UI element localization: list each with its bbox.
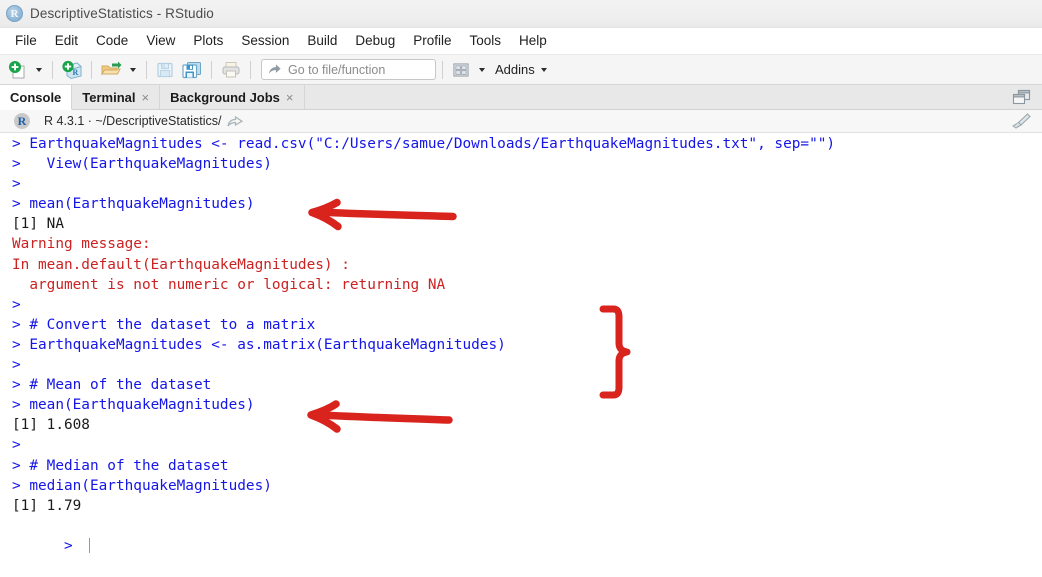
- console-line: >: [12, 437, 30, 454]
- toolbar-separator-1: [52, 60, 53, 79]
- goto-arrow-icon: [268, 64, 281, 74]
- console-line: > median(EarthquakeMagnitudes): [12, 477, 272, 494]
- r-logo-icon: R: [14, 113, 30, 129]
- open-in-new-window-icon[interactable]: [226, 114, 244, 129]
- tab-background-jobs[interactable]: Background Jobs ×: [160, 85, 305, 109]
- open-folder-icon: [101, 61, 122, 76]
- new-project-button[interactable]: R: [59, 58, 85, 82]
- rstudio-logo-icon: R: [6, 5, 23, 22]
- toolbar-separator-2: [91, 60, 92, 79]
- print-icon: [222, 61, 240, 77]
- console-line: >: [12, 296, 30, 313]
- tab-background-jobs-close-icon[interactable]: ×: [286, 91, 294, 104]
- tab-terminal-close-icon[interactable]: ×: [142, 91, 150, 104]
- console-header-actions: [1010, 112, 1042, 130]
- console-line: >: [12, 176, 30, 193]
- menu-item-view[interactable]: View: [137, 30, 184, 51]
- menu-item-session[interactable]: Session: [232, 30, 298, 51]
- workspace-panes-button[interactable]: [449, 58, 473, 82]
- save-button[interactable]: [153, 58, 177, 82]
- console-line: > # Median of the dataset: [12, 457, 229, 474]
- console-line: [1] 1.608: [12, 417, 90, 434]
- console-line: > # Convert the dataset to a matrix: [12, 316, 316, 333]
- new-file-dropdown-caret[interactable]: [36, 67, 42, 72]
- maximize-pane-icon[interactable]: [1012, 89, 1032, 106]
- new-file-icon: [9, 60, 25, 78]
- console-line: [1] 1.79: [12, 497, 82, 514]
- window-title: DescriptiveStatistics - RStudio: [30, 6, 214, 21]
- menu-item-help[interactable]: Help: [510, 30, 556, 51]
- console-header: R R 4.3.1 · ~/DescriptiveStatistics/: [0, 110, 1042, 133]
- toolbar-separator-6: [442, 60, 443, 79]
- console-version-path: R 4.3.1 · ~/DescriptiveStatistics/: [44, 114, 222, 128]
- console-line: > mean(EarthquakeMagnitudes): [12, 196, 255, 213]
- save-all-button[interactable]: [179, 58, 205, 82]
- console-line: >: [12, 357, 30, 374]
- open-file-button[interactable]: [98, 58, 124, 82]
- save-all-icon: [182, 61, 201, 78]
- svg-text:R: R: [73, 68, 79, 77]
- console-line: > EarthquakeMagnitudes <- read.csv("C:/U…: [12, 136, 836, 152]
- console-text-cursor: [89, 537, 91, 553]
- console-tab-bar: Console Terminal × Background Jobs ×: [0, 85, 1042, 110]
- toolbar-separator-4: [211, 60, 212, 79]
- new-project-icon: R: [62, 60, 83, 79]
- tab-terminal[interactable]: Terminal ×: [72, 85, 161, 109]
- menu-item-build[interactable]: Build: [298, 30, 346, 51]
- workspace-panes-icon: [453, 62, 469, 77]
- console-line: > EarthquakeMagnitudes <- as.matrix(Eart…: [12, 336, 506, 353]
- toolbar-separator-5: [250, 60, 251, 79]
- goto-file-placeholder: Go to file/function: [288, 62, 386, 77]
- tab-terminal-label: Terminal: [82, 89, 136, 105]
- console-prompt: >: [63, 537, 82, 554]
- menu-item-tools[interactable]: Tools: [460, 30, 510, 51]
- broom-clear-console-icon[interactable]: [1010, 112, 1032, 130]
- save-icon: [157, 62, 173, 77]
- menu-item-edit[interactable]: Edit: [46, 30, 87, 51]
- console-line: > View(EarthquakeMagnitudes): [12, 156, 272, 173]
- panes-dropdown-caret[interactable]: [479, 67, 485, 72]
- menu-bar: File Edit Code View Plots Session Build …: [0, 28, 1042, 54]
- addins-button-label[interactable]: Addins: [495, 62, 535, 77]
- console-line: Warning message:: [12, 236, 151, 253]
- menu-item-plots[interactable]: Plots: [184, 30, 232, 51]
- tab-console[interactable]: Console: [0, 85, 73, 110]
- tab-background-jobs-label: Background Jobs: [170, 89, 280, 105]
- title-bar: R DescriptiveStatistics - RStudio: [0, 0, 1042, 28]
- console-line: argument is not numeric or logical: retu…: [12, 276, 446, 293]
- console-output-pane[interactable]: > EarthquakeMagnitudes <- read.csv("C:/U…: [0, 133, 1042, 577]
- toolbar-separator-3: [146, 60, 147, 79]
- console-line: [1] NA: [12, 216, 64, 233]
- print-button[interactable]: [218, 58, 244, 82]
- console-line: > mean(EarthquakeMagnitudes): [12, 397, 255, 414]
- rstudio-window: R DescriptiveStatistics - RStudio File E…: [0, 0, 1042, 577]
- open-file-dropdown-caret[interactable]: [130, 67, 136, 72]
- console-prompt-line[interactable]: >: [12, 516, 1042, 554]
- console-line: In mean.default(EarthquakeMagnitudes) :: [12, 256, 350, 273]
- menu-item-debug[interactable]: Debug: [346, 30, 404, 51]
- console-line: > # Mean of the dataset: [12, 377, 212, 394]
- menu-item-file[interactable]: File: [6, 30, 46, 51]
- main-toolbar: R Go to file/function Addins: [0, 54, 1042, 85]
- menu-item-profile[interactable]: Profile: [404, 30, 460, 51]
- addins-dropdown-caret[interactable]: [540, 67, 547, 72]
- tab-console-label: Console: [10, 89, 62, 105]
- goto-file-function-box[interactable]: Go to file/function: [261, 59, 436, 80]
- pane-controls: [1012, 85, 1042, 109]
- menu-item-code[interactable]: Code: [87, 30, 137, 51]
- new-file-button[interactable]: [6, 58, 30, 82]
